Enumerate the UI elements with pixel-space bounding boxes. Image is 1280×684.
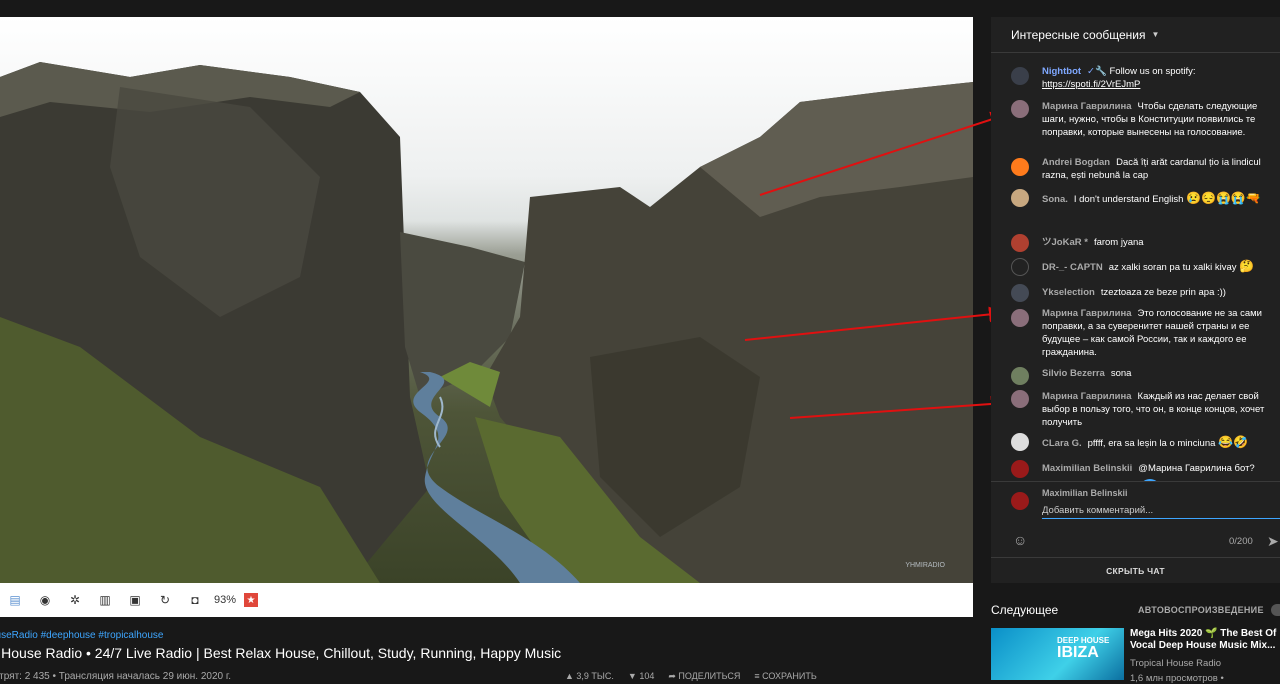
live-chat-panel: Интересные сообщения ▼ Nightbot ✓🔧 Follow… (991, 17, 1280, 581)
emoji: 🤔 (1239, 259, 1255, 273)
autoplay-toggle[interactable] (1271, 604, 1280, 616)
save-button[interactable]: ≡ СОХРАНИТЬ (754, 671, 816, 682)
top-bar (0, 0, 1280, 17)
screenshot-icon[interactable]: ◘ (188, 593, 202, 607)
like-button[interactable]: ▲ 3,9 ТЫС. (565, 671, 614, 682)
chat-messages[interactable]: Nightbot ✓🔧 Follow us on spotify: https:/… (991, 53, 1280, 481)
avatar (1011, 492, 1029, 510)
dislike-button[interactable]: ▼ 104 (628, 671, 654, 682)
next-video-views: 1,6 млн просмотров • (1130, 673, 1224, 684)
avatar[interactable] (1011, 433, 1029, 451)
autoplay-label: АВТОВОСПРОИЗВЕДЕНИЕ (1138, 605, 1264, 615)
author-name[interactable]: DR-_- CAPTN (1042, 262, 1103, 273)
send-icon[interactable]: ➤ (1267, 533, 1279, 550)
avatar[interactable] (1011, 100, 1029, 118)
avatar[interactable] (1011, 460, 1029, 478)
author-name[interactable]: Марина Гаврилина (1042, 391, 1132, 402)
gear-icon[interactable]: ✲ (68, 593, 82, 607)
up-next-heading: Следующее (991, 603, 1059, 617)
star-icon[interactable]: ★ (244, 593, 259, 607)
share-button[interactable]: ➦ ПОДЕЛИТЬСЯ (668, 671, 740, 682)
rss-icon[interactable]: ▤ (8, 593, 22, 607)
account-icon[interactable]: ◉ (38, 593, 52, 607)
moderator-wrench-icon: ✓🔧 (1087, 66, 1110, 77)
avatar[interactable] (1011, 367, 1029, 385)
video-title: Tropical House Radio • 24/7 Live Radio |… (0, 645, 562, 661)
canyon-scene (0, 62, 973, 583)
chat-message-input[interactable] (1042, 502, 1280, 519)
zoom-level: 93% (214, 594, 237, 606)
video-player[interactable]: YHMIRADIO (0, 17, 973, 583)
avatar[interactable] (1011, 390, 1029, 408)
chat-header-title: Интересные сообщения (1011, 27, 1146, 42)
video-actions: ▲ 3,9 ТЫС. ▼ 104 ➦ ПОДЕЛИТЬСЯ ≡ СОХРАНИТ… (565, 671, 817, 682)
video-meta: Сейчас смотрят: 2 435 • Трансляция начал… (0, 671, 232, 682)
next-video-thumbnail[interactable]: DEEP HOUSE IBIZA (991, 628, 1124, 680)
chevron-down-icon: ▼ (1151, 30, 1160, 39)
avatar[interactable] (1011, 158, 1029, 176)
avatar[interactable] (1011, 309, 1029, 327)
avatar[interactable] (1011, 234, 1029, 252)
author-name[interactable]: Ykselection (1042, 287, 1095, 298)
author-name[interactable]: Silvio Bezerra (1042, 368, 1105, 379)
next-video-channel[interactable]: Tropical House Radio (1130, 658, 1221, 669)
next-video-title[interactable]: Mega Hits 2020 🌱 The Best Of Vocal Deep … (1130, 628, 1280, 652)
film-icon[interactable]: ▥ (98, 593, 112, 607)
char-counter: 0/200 (1229, 536, 1253, 547)
author-name[interactable]: Maximilian Belinskii (1042, 463, 1132, 474)
author-name[interactable]: ツJoKaR * (1042, 237, 1088, 248)
video-hashtags[interactable]: #TropicalHouseRadio #deephouse #tropical… (0, 630, 163, 641)
author-name[interactable]: Марина Гаврилина (1042, 308, 1132, 319)
avatar[interactable] (1011, 67, 1029, 85)
emoji-picker-icon[interactable]: ☺ (1013, 532, 1027, 548)
avatar[interactable] (1011, 284, 1029, 302)
emoji: 😂🤣 (1218, 435, 1248, 449)
author-name[interactable]: Andrei Bogdan (1042, 157, 1110, 168)
avatar[interactable] (1011, 258, 1029, 276)
compose-author-name: Maximilian Belinskii (1042, 488, 1128, 498)
author-name[interactable]: Sona. (1042, 194, 1068, 205)
avatar[interactable] (1011, 189, 1029, 207)
author-name[interactable]: Марина Гаврилина (1042, 101, 1132, 112)
picture-in-picture-icon[interactable]: ▣ (128, 593, 142, 607)
hide-chat-button[interactable]: СКРЫТЬ ЧАТ (991, 557, 1280, 583)
channel-watermark: YHMIRADIO (905, 562, 945, 569)
player-extension-toolbar: ▤ ◉ ✲ ▥ ▣ ↻ ◘ 93% ★ (0, 583, 973, 617)
author-name[interactable]: CLara G. (1042, 438, 1082, 449)
emoji: 😢😔😭😭🔫 (1186, 191, 1261, 205)
spotify-link[interactable]: https://spoti.fi/2VrEJmP (1042, 79, 1140, 90)
chat-filter-dropdown[interactable]: Интересные сообщения ▼ (991, 17, 1280, 53)
loop-icon[interactable]: ↻ (158, 593, 172, 607)
author-name[interactable]: Nightbot (1042, 66, 1081, 77)
